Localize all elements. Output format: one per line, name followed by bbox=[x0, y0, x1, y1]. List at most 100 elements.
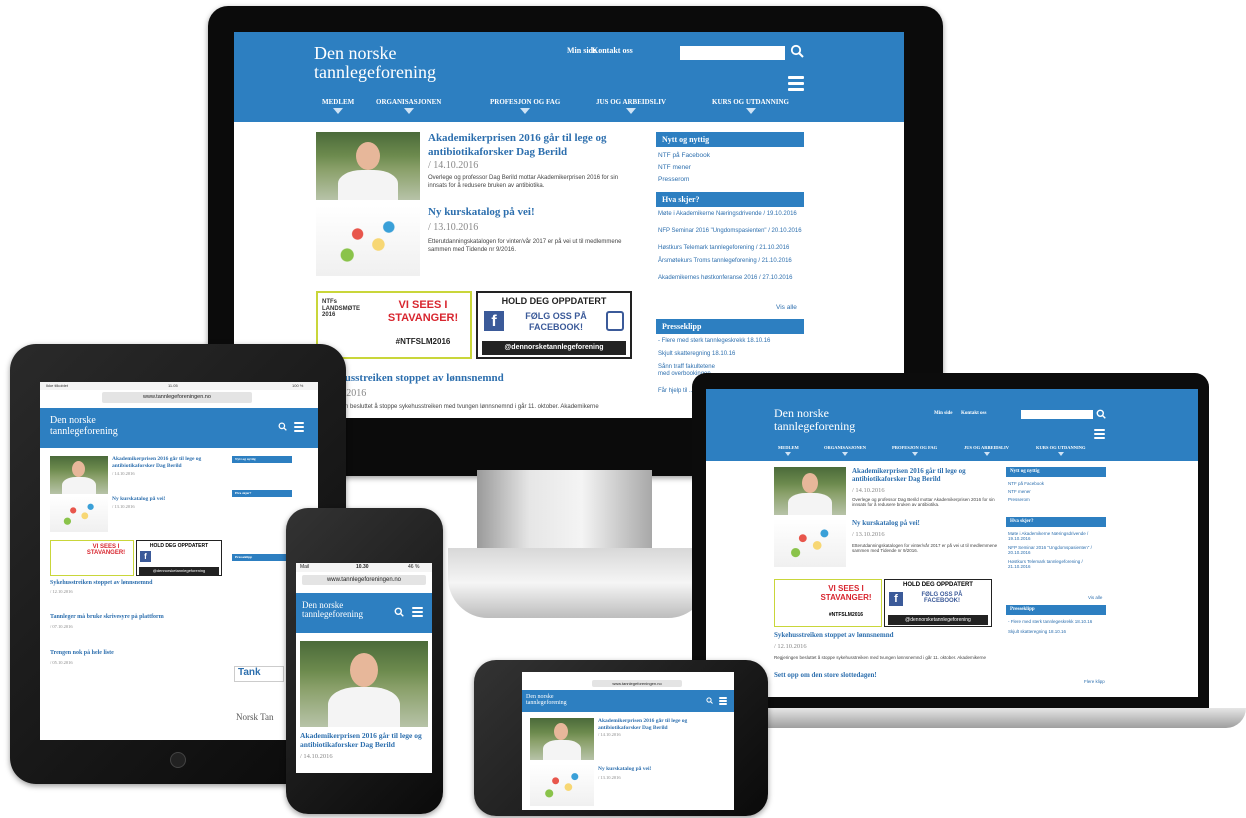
tablet-home-button[interactable] bbox=[170, 752, 186, 768]
tablet-article-2-title[interactable]: Ny kurskatalog på vei! bbox=[112, 496, 165, 502]
phone-hamburger-icon[interactable] bbox=[412, 607, 423, 620]
laptop-article-3-date: / 12.10.2016 bbox=[774, 643, 807, 650]
laptop-sidebar-nytt-3[interactable]: Presserom bbox=[1008, 497, 1030, 502]
tablet-norsk-ad[interactable]: Norsk Tan bbox=[236, 712, 273, 722]
tablet-tank-ad[interactable]: Tank bbox=[234, 666, 284, 682]
article-3-title[interactable]: Sykehusstreiken stoppet av lønnsnemnd bbox=[316, 372, 646, 384]
laptop-nav-prof[interactable]: PROFESJON OG FAG bbox=[892, 445, 937, 456]
laptop-next-article-title[interactable]: Sett opp om den store slottedagen! bbox=[774, 671, 877, 679]
phone-article-photo[interactable] bbox=[300, 641, 428, 727]
laptop-logo-line1: Den norske bbox=[774, 406, 829, 420]
tablet-article-3-title[interactable]: Sykehusstreiken stoppet av lønnsnemnd bbox=[50, 580, 152, 586]
laptop-hamburger-icon[interactable] bbox=[1094, 429, 1105, 442]
landscape-article-1-photo[interactable] bbox=[530, 718, 594, 760]
tablet-article-5-title[interactable]: Trengen nok på hele liste bbox=[50, 650, 114, 656]
header-link-kontakt[interactable]: Kontakt oss bbox=[592, 46, 633, 55]
search-input[interactable] bbox=[680, 46, 785, 60]
landscape-article-1-title[interactable]: Akademikerprisen 2016 går til lege og an… bbox=[598, 718, 728, 731]
article-2-summary: Etterutdanningskatalogen for vinter/vår … bbox=[428, 239, 622, 254]
tablet-facebook-banner[interactable]: HOLD DEG OPPDATERT f @dennorsketannlegef… bbox=[136, 540, 222, 576]
article-1-photo[interactable] bbox=[316, 132, 420, 200]
laptop-nav-kurs-label: KURS OG UTDANNING bbox=[1036, 445, 1086, 450]
search-icon[interactable] bbox=[790, 44, 804, 58]
laptop-nav-jus-label: JUS OG ARBEIDSLIV bbox=[964, 445, 1010, 450]
landscape-article-2-photo[interactable] bbox=[530, 764, 594, 806]
sidebar-hva-item-3[interactable]: Høstkurs Telemark tannlegeforening / 21.… bbox=[658, 245, 808, 252]
sidebar-hva-item-4[interactable]: Årsmøtekurs Troms tannlegeforening / 21.… bbox=[658, 258, 806, 265]
hamburger-menu-icon[interactable] bbox=[788, 76, 804, 94]
laptop-article-3-title[interactable]: Sykehusstreiken stoppet av lønnsnemnd bbox=[774, 631, 894, 639]
nav-kurs[interactable]: KURS OG UTDANNING bbox=[712, 98, 789, 114]
sidebar-hva-item-1[interactable]: Møte i Akademikerne Næringsdrivende / 19… bbox=[658, 211, 806, 218]
laptop-sidebar-hva-see-all[interactable]: Vis alle bbox=[1088, 595, 1102, 600]
landscape-logo[interactable]: Den norske tannlegeforening bbox=[526, 694, 567, 707]
site-logo[interactable]: Den norske tannlegeforening bbox=[314, 44, 436, 82]
laptop-nav-kurs[interactable]: KURS OG UTDANNING bbox=[1036, 445, 1086, 456]
tablet-hamburger-icon[interactable] bbox=[294, 422, 304, 435]
sidebar-nytt-link-2[interactable]: NTF mener bbox=[658, 164, 691, 171]
sidebar-hva-item-2[interactable]: NFP Seminar 2016 "Ungdomspasienten" / 20… bbox=[658, 228, 806, 235]
tablet-article-1-photo[interactable] bbox=[50, 456, 108, 494]
laptop-logo[interactable]: Den norske tannlegeforening bbox=[774, 407, 855, 432]
phone-status-bar: Mail 10.30 46 % bbox=[296, 563, 432, 572]
laptop-sidebar-hva-2[interactable]: NFP Seminar 2016 "Ungdomspasienten" / 20… bbox=[1008, 545, 1106, 555]
laptop-nav-jus[interactable]: JUS OG ARBEIDSLIV bbox=[964, 445, 1009, 456]
sidebar-nytt-link-1[interactable]: NTF på Facebook bbox=[658, 152, 710, 159]
landscape-hamburger-icon[interactable] bbox=[719, 697, 727, 708]
sidebar-hva-item-5[interactable]: Akademikernes høstkonferanse 2016 / 27.1… bbox=[658, 275, 806, 282]
laptop-sidebar-nytt-2[interactable]: NTF mener bbox=[1008, 489, 1031, 494]
article-1-title[interactable]: Akademikerprisen 2016 går til lege og an… bbox=[428, 132, 648, 160]
tablet-landsmote-banner[interactable]: VI SEES I STAVANGER! bbox=[50, 540, 134, 576]
sidebar-presse-item-1[interactable]: - Flere med sterk tannlegeskrekk 18.10.1… bbox=[658, 338, 808, 344]
tablet-logo[interactable]: Den norske tannlegeforening bbox=[50, 415, 118, 437]
tablet-article-2-photo[interactable] bbox=[50, 496, 108, 532]
laptop-article-1-title[interactable]: Akademikerprisen 2016 går til lege og an… bbox=[852, 467, 1002, 484]
laptop-search-input[interactable] bbox=[1021, 410, 1093, 419]
laptop-sidebar-nytt-1[interactable]: NTF på Facebook bbox=[1008, 481, 1044, 486]
nav-organisasjonen[interactable]: ORGANISASJONEN bbox=[376, 98, 441, 114]
landscape-url-bar[interactable]: www.tannlegeforeningen.no bbox=[592, 680, 682, 687]
laptop-nav-medlem[interactable]: MEDLEM bbox=[778, 445, 799, 456]
thumbs-up-icon bbox=[606, 311, 624, 331]
tablet-article-4-title[interactable]: Tannleger må bruke skrivesyre på plattfo… bbox=[50, 614, 164, 620]
sidebar-nytt-link-3[interactable]: Presserom bbox=[658, 176, 689, 183]
sidebar-hva-see-all[interactable]: Vis alle bbox=[776, 304, 797, 311]
monitor-stand-base bbox=[448, 548, 708, 618]
laptop-article-1-photo[interactable] bbox=[774, 467, 846, 515]
laptop-facebook-banner[interactable]: HOLD DEG OPPDATERT f FØLG OSS PÅ FACEBOO… bbox=[884, 579, 992, 627]
laptop-sidebar-presse-see-all[interactable]: Flere klipp bbox=[1084, 679, 1105, 684]
hold-deg-text: HOLD DEG OPPDATERT bbox=[501, 296, 607, 306]
phone-status-battery: 46 % bbox=[408, 564, 420, 570]
laptop-link-min-side[interactable]: Min side bbox=[934, 411, 952, 416]
article-2-photo[interactable] bbox=[316, 206, 420, 276]
laptop-landsmote-banner[interactable]: VI SEES I STAVANGER! #NTFSLM2016 bbox=[774, 579, 882, 627]
sidebar-presse-item-2[interactable]: Skjult skatteregning 18.10.16 bbox=[658, 351, 808, 357]
landsmote-banner[interactable]: NTFs LANDSMØTE 2016 VI SEES I STAVANGER!… bbox=[316, 291, 472, 359]
tablet-article-1-title[interactable]: Akademikerprisen 2016 går til lege og an… bbox=[112, 456, 222, 469]
laptop-link-kontakt[interactable]: Kontakt oss bbox=[961, 411, 986, 416]
nav-profesjon[interactable]: PROFESJON OG FAG bbox=[490, 98, 560, 114]
facebook-banner[interactable]: HOLD DEG OPPDATERT f FØLG OSS PÅ FACEBOO… bbox=[476, 291, 632, 359]
tablet-url-bar[interactable]: www.tannlegeforeningen.no bbox=[102, 392, 252, 403]
laptop-vi-sees-text: VI SEES I STAVANGER! bbox=[820, 584, 872, 602]
phone-logo[interactable]: Den norske tannlegeforening bbox=[302, 600, 363, 620]
phone-url-bar[interactable]: www.tannlegeforeningen.no bbox=[302, 575, 426, 585]
laptop-sidebar-hva-heading: Hva skjer? bbox=[1006, 517, 1106, 527]
landscape-search-icon[interactable] bbox=[706, 697, 713, 704]
article-2-title[interactable]: Ny kurskatalog på vei! bbox=[428, 206, 648, 218]
tablet-article-3-date: / 12.10.2016 bbox=[50, 589, 73, 594]
laptop-sidebar-hva-3[interactable]: Høstkurs Telemark tannlegeforening / 21.… bbox=[1008, 559, 1106, 569]
laptop-sidebar-hva-1[interactable]: Møte i Akademikerne Næringsdrivende / 19… bbox=[1008, 531, 1106, 541]
phone-search-icon[interactable] bbox=[394, 607, 404, 617]
nav-medlem[interactable]: MEDLEM bbox=[322, 98, 354, 114]
laptop-sidebar-presse-2[interactable]: Skjult skatteregning 18.10.16 bbox=[1008, 629, 1106, 634]
nav-jus[interactable]: JUS OG ARBEIDSLIV bbox=[596, 98, 666, 114]
landscape-article-2-title[interactable]: Ny kurskatalog på vei! bbox=[598, 766, 651, 772]
laptop-article-2-photo[interactable] bbox=[774, 519, 846, 567]
laptop-nav-org[interactable]: ORGANISASJONEN bbox=[824, 445, 866, 456]
tablet-search-icon[interactable] bbox=[278, 422, 287, 431]
laptop-article-2-title[interactable]: Ny kurskatalog på vei! bbox=[852, 519, 920, 527]
laptop-search-icon[interactable] bbox=[1096, 409, 1106, 419]
laptop-sidebar-presse-1[interactable]: - Flere med sterk tannlegeskrekk 18.10.1… bbox=[1008, 619, 1106, 624]
phone-article-title[interactable]: Akademikerprisen 2016 går til lege og an… bbox=[300, 731, 430, 749]
